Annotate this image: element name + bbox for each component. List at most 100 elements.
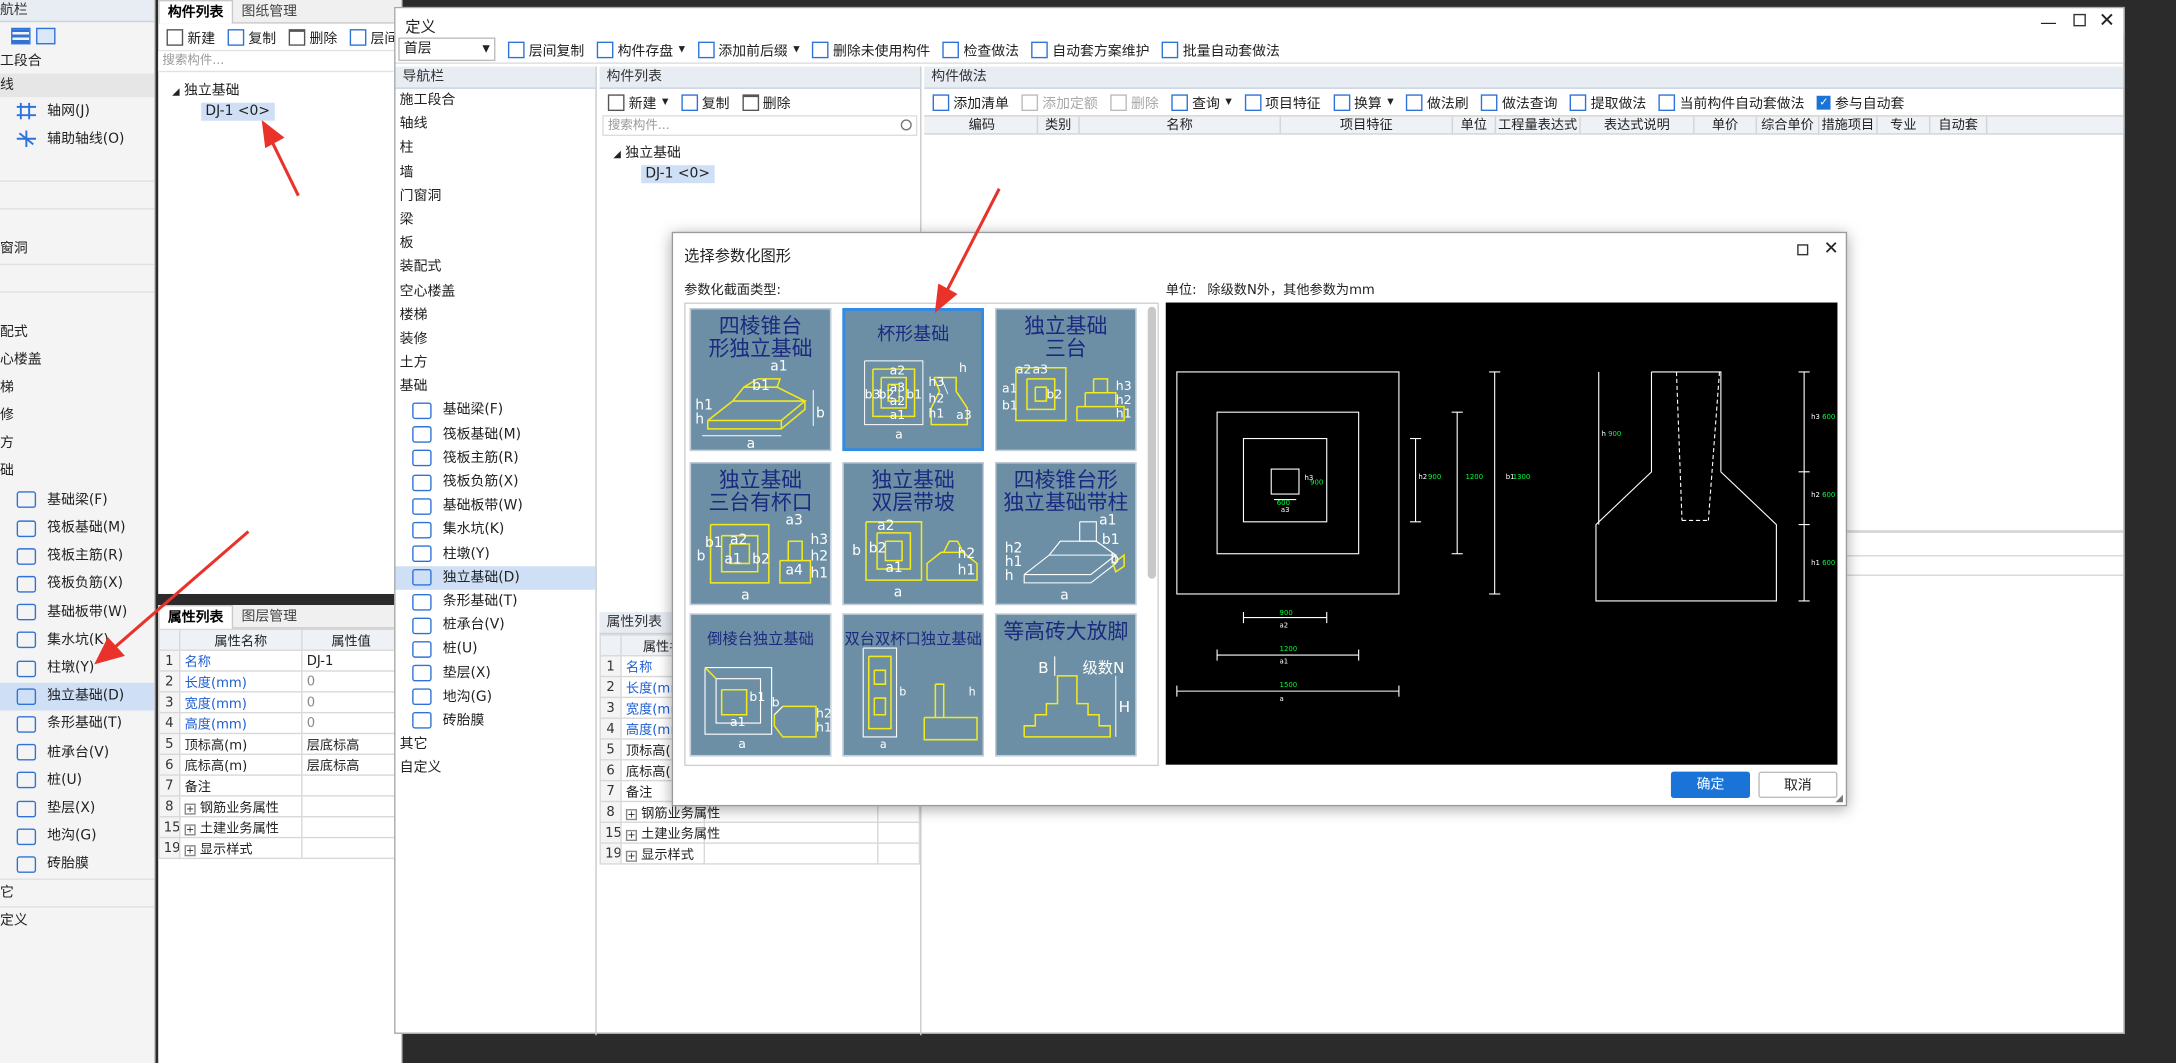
def-nav-brick-mold[interactable]: 砖胎膜 bbox=[396, 709, 596, 733]
table-row[interactable]: 2 长度(mm) 0 bbox=[158, 670, 402, 693]
property-value[interactable]: 0 bbox=[301, 711, 402, 735]
property-value[interactable] bbox=[301, 795, 402, 818]
expand-plus-icon[interactable]: + bbox=[184, 824, 196, 836]
def-nav-raft-negative-rebar[interactable]: 筏板负筋(X) bbox=[396, 470, 596, 494]
card-three-tier-footing[interactable]: 独立基础 三台 a3 a2 a1 b2 b1 h3 h2 h1 bbox=[995, 308, 1137, 452]
left-nav-raft-main-rebar[interactable]: 筏板主筋(R) bbox=[0, 542, 154, 570]
expand-plus-icon[interactable]: + bbox=[625, 809, 638, 821]
property-value[interactable]: DJ-1 bbox=[301, 649, 402, 672]
left-nav-item[interactable]: 工段合 bbox=[0, 50, 154, 74]
left-nav-item[interactable]: 窗洞 bbox=[0, 236, 154, 264]
left-nav-axis-grid[interactable]: 轴网(J) bbox=[0, 98, 154, 126]
maximize-icon[interactable] bbox=[2073, 13, 2086, 27]
def-search-input[interactable]: 搜索构件... bbox=[602, 115, 918, 137]
def-nav-item[interactable]: 装配式 bbox=[396, 256, 596, 280]
method-brush-button[interactable]: 做法刷 bbox=[1402, 90, 1473, 115]
left-nav-item[interactable]: 定义 bbox=[0, 906, 155, 934]
column-header[interactable]: 类别 bbox=[1038, 116, 1080, 134]
def-nav-pile-cap[interactable]: 桩承台(V) bbox=[396, 614, 596, 638]
auto-apply-checkbox[interactable]: ✓ 参与自动套 bbox=[1813, 90, 1909, 115]
left-nav-isolated-footing[interactable]: 独立基础(D) bbox=[0, 682, 155, 711]
column-header[interactable]: 表达式说明 bbox=[1581, 116, 1695, 134]
column-header[interactable]: 编码 bbox=[927, 116, 1039, 134]
def-nav-item[interactable]: 门窗洞 bbox=[396, 184, 596, 208]
left-nav-item[interactable]: 梯 bbox=[0, 375, 154, 403]
card-pyramid-footing[interactable]: 四棱锥台 形独立基础 a1 b1 h1 h a b bbox=[689, 308, 832, 452]
batch-auto-method-button[interactable]: 批量自动套做法 bbox=[1158, 37, 1284, 62]
property-value[interactable] bbox=[301, 816, 402, 839]
left-nav-pile[interactable]: 桩(U) bbox=[0, 766, 154, 794]
column-header[interactable]: 综合单价 bbox=[1757, 116, 1820, 134]
table-row[interactable]: 6 底标高(m) 层底标高 bbox=[158, 753, 402, 776]
add-quota-button[interactable]: 添加定额 bbox=[1017, 90, 1102, 115]
new-button[interactable]: 新建 bbox=[162, 24, 219, 49]
search-icon[interactable] bbox=[900, 119, 912, 131]
def-tree-node-parent[interactable]: ◢ 独立基础 bbox=[600, 140, 921, 161]
column-header[interactable]: 单位 bbox=[1453, 116, 1497, 134]
card-double-cup-footing[interactable]: 双台双杯口独立基础 b h a bbox=[842, 613, 984, 757]
left-nav-item[interactable]: 配式 bbox=[0, 320, 154, 348]
def-new-button[interactable]: 新建 ▼ bbox=[604, 90, 673, 115]
def-nav-item[interactable]: 梁 bbox=[396, 208, 596, 232]
left-nav-item[interactable]: 础 bbox=[0, 458, 154, 486]
left-nav-column-pier[interactable]: 柱墩(Y) bbox=[0, 654, 154, 682]
table-row[interactable]: 15 + 土建业务属性 bbox=[158, 816, 402, 839]
table-row[interactable]: 7 备注 bbox=[158, 774, 402, 797]
add-prefix-suffix-button[interactable]: 添加前后缀 ▼ bbox=[693, 37, 804, 62]
def-nav-item[interactable]: 板 bbox=[396, 232, 596, 256]
property-value[interactable]: 0 bbox=[301, 670, 402, 693]
table-row[interactable]: 19 + 显示样式 bbox=[599, 842, 921, 865]
check-method-button[interactable]: 检查做法 bbox=[938, 37, 1023, 62]
column-header[interactable]: 专业 bbox=[1878, 116, 1931, 134]
expand-plus-icon[interactable]: + bbox=[625, 829, 638, 842]
left-nav-cushion-layer[interactable]: 垫层(X) bbox=[0, 794, 154, 822]
card-inverted-frustum-footing[interactable]: 倒棱台独立基础 b1 b a1 h2 h1 a bbox=[689, 613, 832, 757]
copy-button[interactable]: 复制 bbox=[223, 24, 280, 49]
close-icon[interactable]: ✕ bbox=[1824, 239, 1839, 260]
left-nav-item[interactable]: 方 bbox=[0, 431, 154, 459]
table-row[interactable]: 3 宽度(mm) 0 bbox=[158, 691, 402, 714]
expand-plus-icon[interactable]: + bbox=[184, 845, 196, 857]
left-nav-aux-axis[interactable]: 辅助轴线(O) bbox=[0, 125, 154, 153]
left-nav-strip-footing[interactable]: 条形基础(T) bbox=[0, 710, 154, 738]
left-nav-raft-foundation[interactable]: 筏板基础(M) bbox=[0, 514, 154, 542]
column-header[interactable]: 工程量表达式 bbox=[1496, 116, 1581, 134]
method-query-button[interactable]: 做法查询 bbox=[1477, 90, 1562, 115]
def-nav-trench[interactable]: 地沟(G) bbox=[396, 685, 596, 709]
list-view-icon[interactable] bbox=[11, 27, 31, 45]
def-nav-item[interactable]: 楼梯 bbox=[396, 303, 596, 327]
def-nav-strip-footing[interactable]: 条形基础(T) bbox=[396, 590, 596, 614]
expand-plus-icon[interactable]: + bbox=[184, 803, 196, 815]
table-row[interactable]: 19 + 显示样式 bbox=[158, 836, 402, 860]
query-button[interactable]: 查询 ▼ bbox=[1167, 90, 1236, 115]
left-nav-brick-mold[interactable]: 砖胎膜 bbox=[0, 850, 154, 878]
card-brick-footing[interactable]: 等高砖大放脚 B 级数N H bbox=[995, 613, 1137, 757]
table-row[interactable]: 15 + 土建业务属性 bbox=[599, 821, 921, 844]
ok-button[interactable]: 确定 bbox=[1670, 771, 1751, 798]
bg-search-input[interactable]: 搜索构件... bbox=[158, 51, 402, 73]
def-nav-item[interactable]: 墙 bbox=[396, 160, 596, 184]
table-row[interactable]: 4 高度(mm) 0 bbox=[158, 711, 402, 735]
column-header[interactable]: 单价 bbox=[1695, 116, 1757, 134]
def-nav-item[interactable]: 施工段合 bbox=[396, 89, 596, 113]
def-nav-column-pier[interactable]: 柱墩(Y) bbox=[396, 542, 596, 566]
maximize-icon[interactable] bbox=[1797, 244, 1809, 256]
def-nav-raft-foundation[interactable]: 筏板基础(M) bbox=[396, 423, 596, 447]
left-nav-foundation-strip[interactable]: 基础板带(W) bbox=[0, 598, 154, 626]
def-tree-node-child[interactable]: DJ-1 <0> bbox=[641, 165, 715, 184]
left-nav-item[interactable]: 心楼盖 bbox=[0, 347, 154, 375]
def-nav-raft-main-rebar[interactable]: 筏板主筋(R) bbox=[396, 447, 596, 471]
floor-select[interactable]: 首层 ▼ bbox=[398, 37, 496, 62]
convert-button[interactable]: 换算 ▼ bbox=[1329, 90, 1398, 115]
left-nav-item[interactable]: 线 bbox=[0, 73, 155, 98]
def-nav-foundation-strip[interactable]: 基础板带(W) bbox=[396, 494, 596, 518]
def-delete-button[interactable]: 删除 bbox=[738, 90, 795, 115]
card-double-slope-footing[interactable]: 独立基础 双层带坡 a2 b2 a1 b h2 h1 a bbox=[842, 462, 984, 606]
def-nav-sump-pit[interactable]: 集水坑(K) bbox=[396, 518, 596, 542]
card-pyramid-footing-with-column[interactable]: 四棱锥台形 独立基础带柱 a1 h2 h1 h b1 b a bbox=[995, 462, 1137, 606]
tab-property-list[interactable]: 属性列表 bbox=[158, 605, 234, 629]
tab-drawing-management[interactable]: 图纸管理 bbox=[233, 0, 305, 24]
def-nav-item[interactable]: 其它 bbox=[396, 733, 596, 757]
column-header[interactable]: 名称 bbox=[1080, 116, 1281, 134]
def-nav-pile[interactable]: 桩(U) bbox=[396, 637, 596, 661]
